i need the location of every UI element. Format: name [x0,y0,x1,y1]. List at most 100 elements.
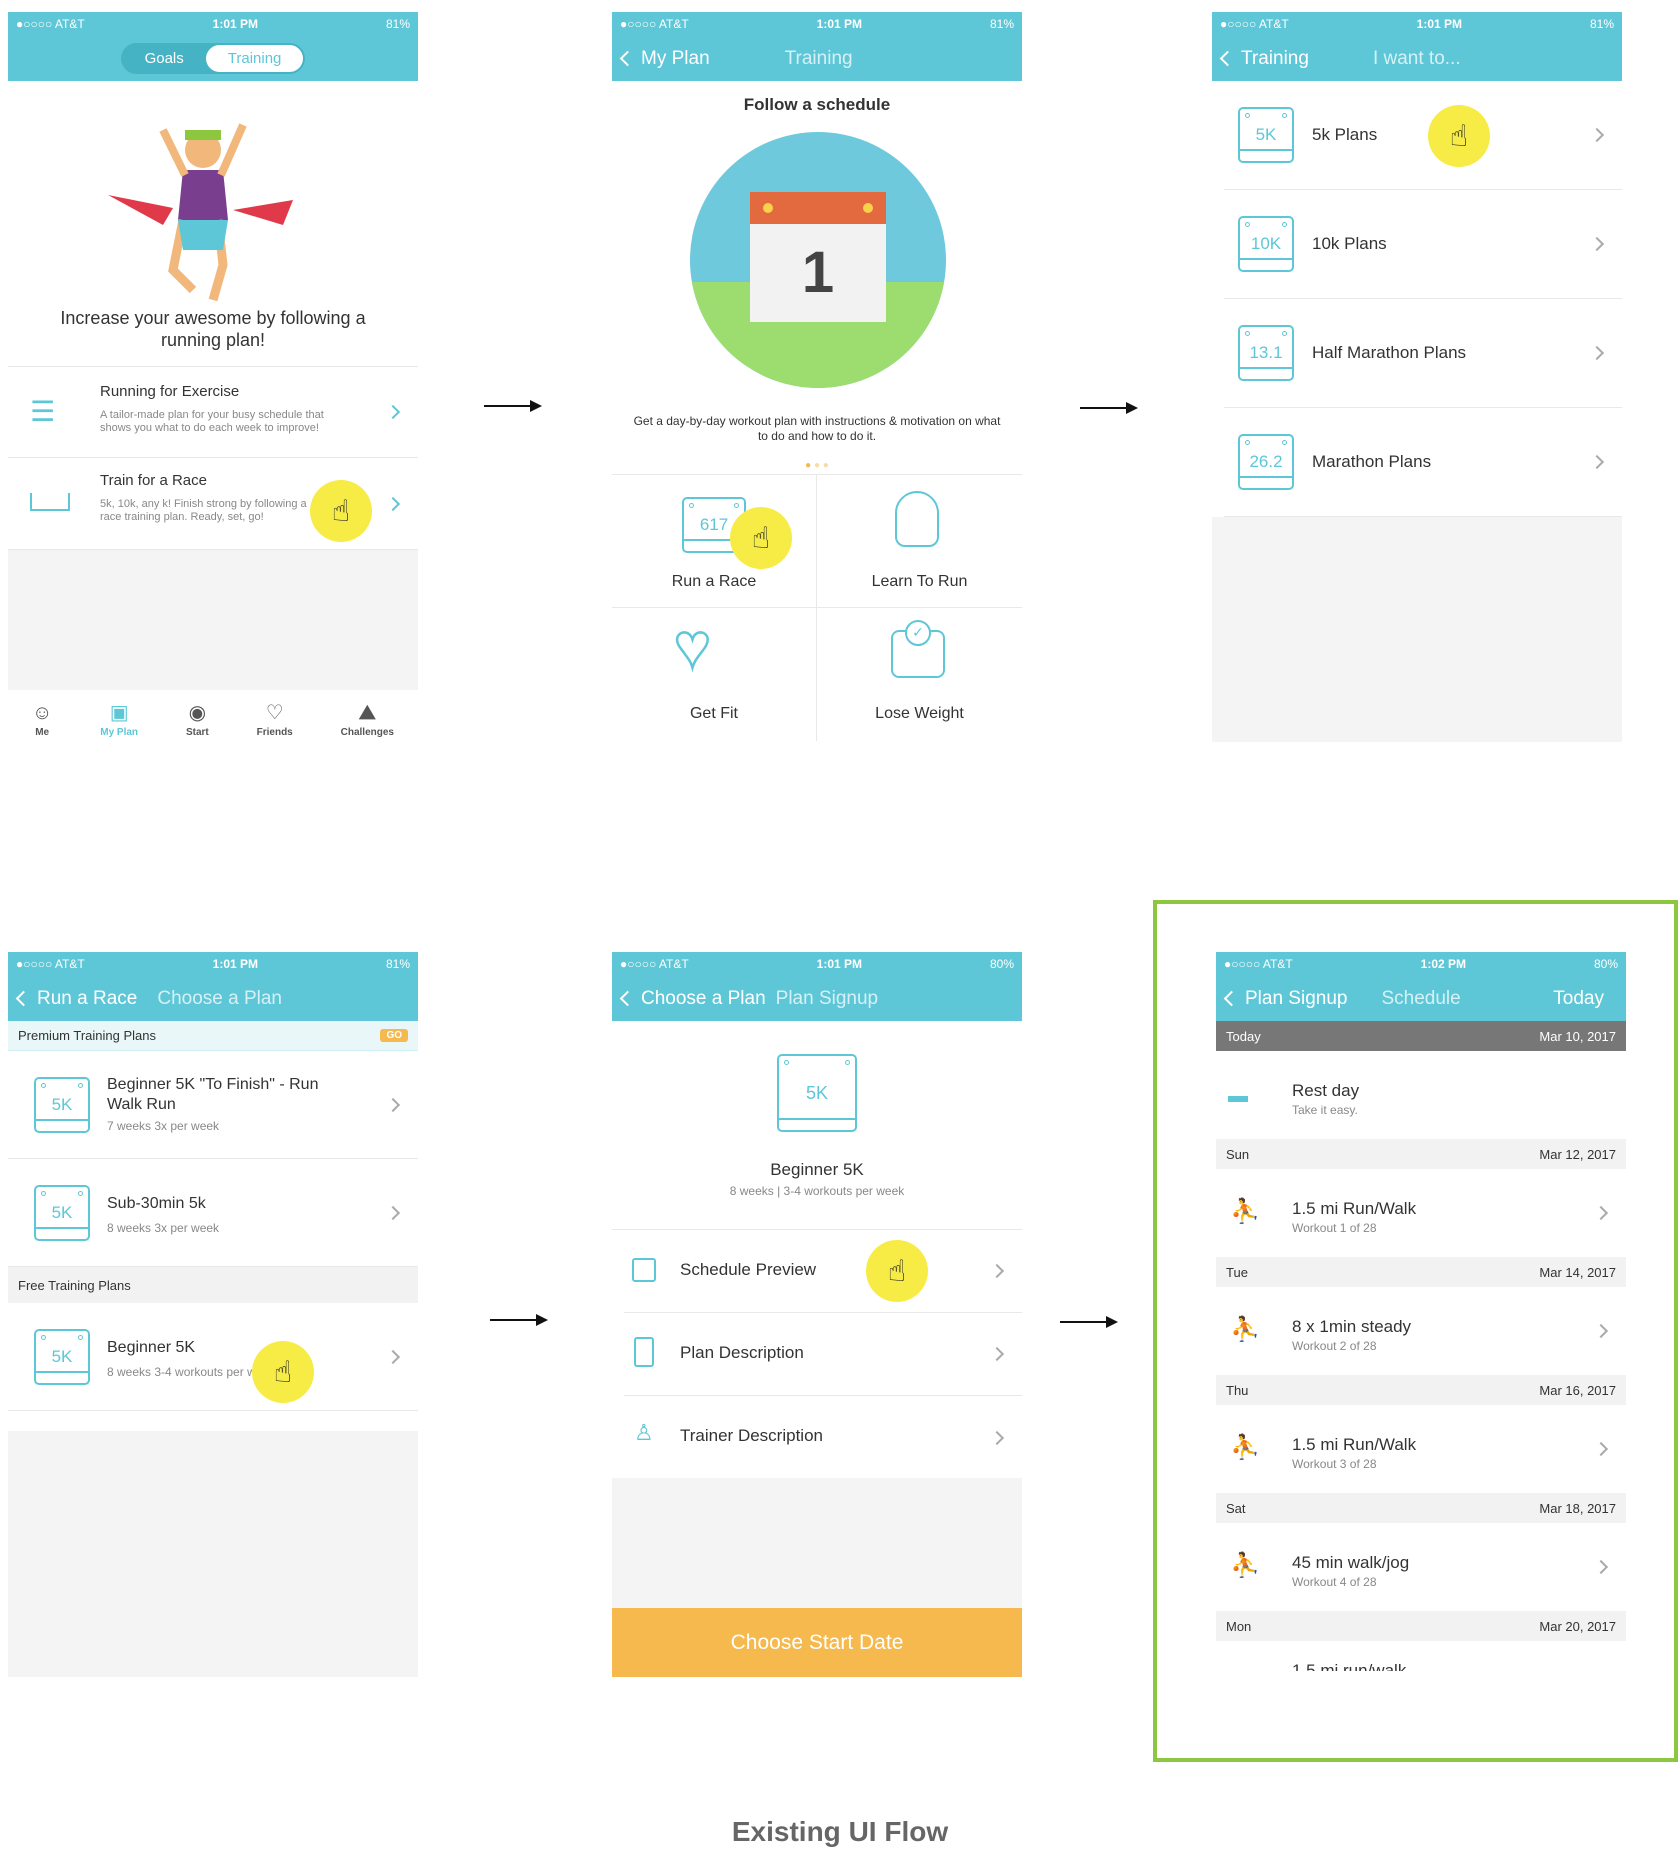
face-icon: ☺ [31,702,53,724]
check-icon: ✓ [905,620,931,646]
list-item-running-exercise[interactable]: ☰ Running for Exercise A tailor-made pla… [8,366,418,458]
tile-get-fit[interactable]: ♥ Get Fit [612,608,817,741]
back-button[interactable]: Choose a Plan [619,988,766,1010]
tab-my-plan[interactable]: ▣ My Plan [100,702,138,738]
menu-plan-description[interactable]: Plan Description [624,1313,1022,1396]
menu-trainer-description[interactable]: ♙ Trainer Description [624,1396,1022,1479]
calendar-illustration: 1 [690,132,946,388]
chevron-right-icon [989,1430,1005,1445]
workout-row[interactable]: ▬ Rest day Take it easy. [1216,1051,1626,1139]
segment-goals[interactable]: Goals [123,45,206,72]
plan-item[interactable]: 5K Beginner 5K "To Finish" - Run Walk Run… [8,1051,418,1159]
tap-indicator-icon: ☝ [252,1341,314,1403]
signup-menu: Schedule Preview ☝ Plan Description ♙ Trai… [612,1229,1022,1479]
nav-title: Training [784,47,853,69]
list-item-half-marathon[interactable]: 13.1 Half Marathon Plans [1224,299,1622,408]
workout-row[interactable]: ⛹ 1.5 mi Run/Walk Workout 1 of 28 [1216,1169,1626,1257]
chevron-right-icon [1593,1323,1609,1339]
chevron-right-icon [385,1205,401,1220]
nav-bar: Training I want to... [1212,36,1622,81]
chevron-right-icon [385,404,401,420]
tap-indicator-icon: ☝ [1428,105,1490,167]
chevron-left-icon [619,50,636,67]
tile-learn-to-run[interactable]: Learn To Run [817,475,1022,608]
back-button[interactable]: Run a Race [15,988,137,1010]
go-badge: GO [380,1029,408,1042]
list-item-marathon[interactable]: 26.2 Marathon Plans [1224,408,1622,517]
status-bar: ●○○○○ AT&T 1:01 PM 81% [8,12,418,36]
nav-bar: My Plan Training [612,36,1022,81]
chevron-right-icon [1589,454,1605,470]
tab-challenges[interactable]: ⛰ Challenges [341,702,394,738]
person-icon: ♙ [634,1420,654,1445]
list-icon: ☰ [30,396,56,427]
back-button[interactable]: My Plan [619,48,710,70]
chevron-right-icon [989,1346,1005,1362]
workout-row[interactable]: ⛹ 45 min walk/jog Workout 4 of 28 [1216,1523,1626,1611]
runner-icon: ⛹ [1230,1198,1260,1225]
section-header-premium: Premium Training Plans GO [8,1021,418,1051]
plan-item[interactable]: 5K Sub-30min 5k 8 weeks 3x per week [8,1159,418,1267]
goal-grid: 617 ☝ Run a Race Learn To Run ♥ Get Fit … [612,474,1022,741]
choose-start-date-button[interactable]: Choose Start Date [612,1608,1022,1677]
back-button[interactable]: Plan Signup [1223,988,1347,1010]
chevron-right-icon [385,496,401,511]
segment-training[interactable]: Training [205,45,304,72]
nav-title: I want to... [1372,47,1461,69]
day-header: Today Mar 10, 2017 [1216,1021,1626,1051]
nav-bar: Run a Race Choose a Plan [8,976,418,1021]
workout-row[interactable]: ⛹ 1.5 mi Run/Walk Workout 3 of 28 [1216,1405,1626,1493]
flow-arrow [1060,1316,1118,1328]
location-pin-icon: ◉ [188,702,207,724]
nav-title: Schedule [1381,987,1461,1009]
tile-run-a-race[interactable]: 617 ☝ Run a Race [612,475,817,608]
screen-i-want-to: ●○○○○ AT&T 1:01 PM 81% Training I want to… [1212,12,1622,742]
chevron-right-icon [1593,1441,1609,1457]
headline: Increase your awesome by following a run… [60,308,366,350]
description: Get a day-by-day workout plan with instr… [633,414,1001,443]
chevron-right-icon [385,1349,401,1364]
screen-training: ●○○○○ AT&T 1:01 PM 81% My Plan Training F… [612,12,1022,742]
runner-illustration [108,123,293,302]
list-item-train-race[interactable]: Train for a Race 5k, 10k, any k! Finish … [8,458,418,550]
flow-caption: Existing UI Flow [731,1816,949,1847]
tab-start[interactable]: ◉ Start [186,702,209,738]
workout-row[interactable]: ⛹ 8 x 1min steady Workout 2 of 28 [1216,1287,1626,1375]
tap-indicator-icon: ☝ [310,480,372,542]
workout-row[interactable]: 1.5 mi run/walk [1216,1641,1626,1671]
tab-friends[interactable]: ♡ Friends [257,702,293,738]
flow-arrow [484,400,542,412]
calendar-icon: ▣ [109,702,129,724]
race-bib-icon: 13.1 [1238,325,1294,381]
status-bar: ●○○○○ AT&T 1:01 PM 81% [8,952,418,976]
day-header: Thu Mar 16, 2017 [1216,1375,1626,1405]
list-item-10k[interactable]: 10K 10k Plans [1224,190,1622,299]
back-button[interactable]: Training [1219,48,1309,70]
today-button[interactable]: Today [1553,988,1604,1010]
chevron-right-icon [1589,345,1605,361]
status-bar: ●○○○○ AT&T 1:02 PM 80% [1216,952,1626,976]
tab-me[interactable]: ☺ Me [32,702,52,738]
distance-list: 5K 5k Plans ☝ 10K 10k Plans 13.1 Half Marath… [1212,81,1622,517]
plan-item[interactable]: 5KBeginner 5K8 weeks 3-4 workouts per we… [8,1303,418,1411]
chevron-left-icon [1223,990,1240,1007]
plan-meta: 8 weeks | 3-4 workouts per week [729,1184,905,1198]
race-bib-icon: 26.2 [1238,434,1294,490]
chevron-right-icon [385,1097,401,1112]
tile-lose-weight[interactable]: ✓ Lose Weight [817,608,1022,741]
day-header: Sun Mar 12, 2017 [1216,1139,1626,1169]
flow-arrow [1080,402,1138,414]
runner-icon: ⛹ [1230,1552,1260,1579]
heart-icon: ♥ [673,611,712,683]
menu-schedule-preview[interactable]: Schedule Preview ☝ [624,1230,1022,1313]
day-header: Tue Mar 14, 2017 [1216,1257,1626,1287]
list-item-5k[interactable]: 5K 5k Plans ☝ [1224,81,1622,190]
race-bib-icon: 5K [34,1329,90,1385]
screen-plan-signup: ●○○○○ AT&T 1:01 PM 80% Choose a Plan Plan… [612,952,1022,1677]
screen-my-plan: ●○○○○ AT&T 1:01 PM 81% Goals Training Inc… [8,12,418,742]
nav-title: Choose a Plan [157,987,282,1009]
status-bar: ●○○○○ AT&T 1:01 PM 81% [1212,12,1622,36]
chevron-right-icon [1589,236,1605,252]
chevron-right-icon [989,1263,1005,1279]
nav-title: Plan Signup [775,987,879,1009]
